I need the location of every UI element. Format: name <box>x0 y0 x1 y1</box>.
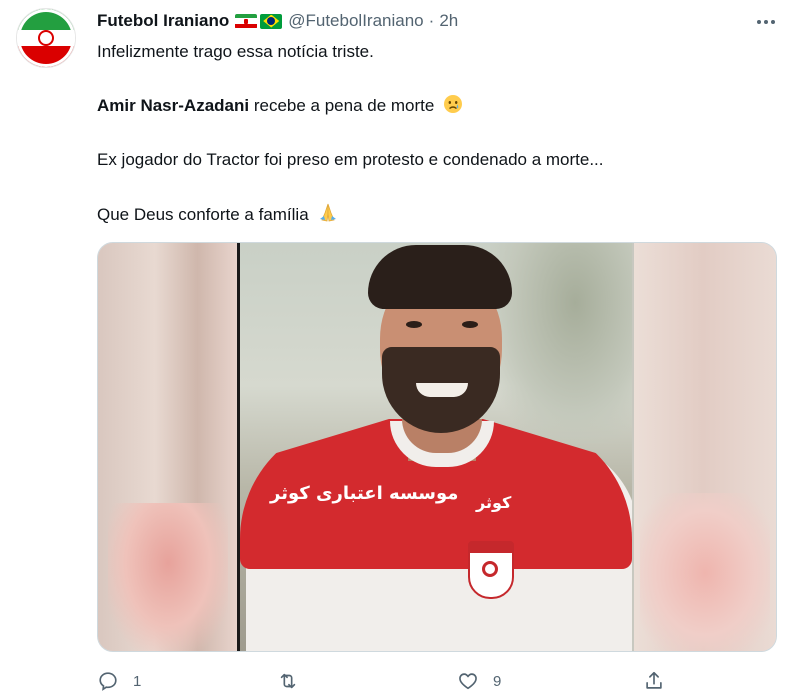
retweet-icon <box>280 673 296 689</box>
photo-frame-right <box>632 243 634 651</box>
player-photo: موسسه اعتباری کوثر کوثر <box>240 243 632 651</box>
like-button[interactable]: 9 <box>457 666 501 696</box>
more-dot-icon <box>764 20 768 24</box>
tweet-actions: 1 9 <box>97 666 677 696</box>
like-count: 9 <box>493 672 502 690</box>
more-options-button[interactable] <box>752 10 780 34</box>
header-separator: · <box>428 11 435 30</box>
tweet-text-line: Que Deus conforte a família <box>97 201 339 230</box>
more-dot-icon <box>757 20 761 24</box>
share-icon <box>646 671 662 689</box>
player-hair <box>368 245 512 309</box>
iran-flag-icon <box>235 13 258 29</box>
tweet-header: Futebol Iraniano @FutebolIraniano · 2h <box>97 10 458 32</box>
author-flags <box>235 13 283 29</box>
tweet-text-line: Infelizmente trago essa notícia triste. <box>97 42 374 61</box>
tweet[interactable]: Futebol Iraniano @FutebolIraniano · 2h I… <box>0 0 800 696</box>
avatar[interactable] <box>16 8 76 68</box>
tweet-text-fragment: recebe a pena de morte <box>249 96 435 115</box>
reply-icon <box>99 672 117 691</box>
author-display-name[interactable]: Futebol Iraniano <box>97 11 229 31</box>
reply-button[interactable]: 1 <box>97 666 141 696</box>
tweet-bold-name: Amir Nasr-Azadani <box>97 96 250 115</box>
tweet-text-fragment: Que Deus conforte a família <box>97 205 309 224</box>
media-blur-right <box>630 243 776 651</box>
photo-background <box>490 243 632 443</box>
avatar-ring <box>17 9 75 67</box>
player-eye <box>462 321 478 328</box>
player-eye <box>406 321 422 328</box>
media-blur-left <box>98 243 240 651</box>
tweet-text-line: Ex jogador do Tractor foi preso em prote… <box>97 150 604 169</box>
more-dot-icon <box>771 20 775 24</box>
crying-face-emoji-icon <box>443 94 463 121</box>
reply-count: 1 <box>133 672 142 690</box>
tweet-media-image[interactable]: موسسه اعتباری کوثر کوثر <box>97 242 777 652</box>
share-button[interactable] <box>643 666 665 696</box>
jersey-sponsor-text: موسسه اعتباری کوثر <box>270 483 459 504</box>
heart-icon <box>459 673 477 690</box>
author-handle[interactable]: @FutebolIraniano <box>288 11 423 31</box>
folded-hands-emoji-icon <box>317 201 339 230</box>
jersey-sponsor-text: کوثر <box>476 493 512 512</box>
photo-frame-left <box>237 243 240 651</box>
tweet-text-line: Amir Nasr-Azadani recebe a pena de morte <box>97 94 463 121</box>
brazil-flag-icon <box>260 13 283 29</box>
retweet-button[interactable] <box>277 666 313 696</box>
player-smile <box>416 383 468 397</box>
tractor-club-badge-icon <box>468 541 514 599</box>
tweet-timestamp[interactable]: 2h <box>439 11 458 31</box>
